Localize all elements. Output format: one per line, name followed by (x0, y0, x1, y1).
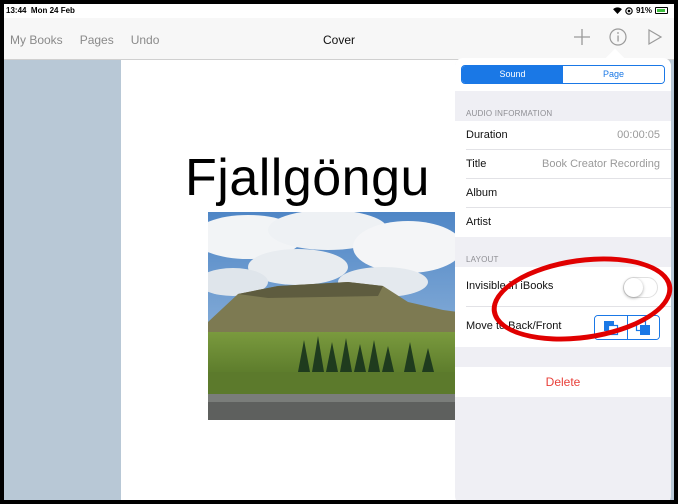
wifi-icon (613, 7, 622, 14)
sound-tab[interactable]: Sound (462, 66, 563, 83)
title-label: Title (466, 158, 487, 170)
inspector-segmented-control[interactable]: Sound Page (461, 65, 665, 84)
toggle-knob (624, 278, 643, 297)
send-to-back-icon (603, 320, 618, 335)
cover-title-text[interactable]: Fjallgöngu (185, 148, 430, 208)
artist-label: Artist (466, 216, 492, 228)
duration-row: Duration 00:00:05 (455, 121, 671, 150)
page-tab[interactable]: Page (563, 66, 664, 83)
landscape-photo[interactable] (208, 212, 458, 420)
segment-container: Sound Page (455, 58, 671, 91)
invisible-in-ibooks-row: Invisible in iBooks (455, 267, 671, 307)
invisible-in-ibooks-toggle[interactable] (623, 277, 658, 298)
bring-to-front-button[interactable] (626, 316, 659, 339)
inspector-popover: Sound Page AUDIO INFORMATION Duration 00… (455, 58, 671, 500)
status-time: 13:44 Mon 24 Feb (6, 6, 75, 15)
status-bar: 13:44 Mon 24 Feb 91% (4, 4, 674, 18)
bring-to-front-icon (636, 320, 651, 335)
duration-value: 00:00:05 (617, 129, 660, 141)
move-to-back-front-label: Move to Back/Front (466, 320, 562, 332)
move-to-back-front-row: Move to Back/Front (455, 307, 671, 347)
artist-row[interactable]: Artist (455, 208, 671, 237)
plus-icon[interactable] (571, 26, 593, 48)
orientation-lock-icon (625, 6, 633, 15)
album-row[interactable]: Album (455, 179, 671, 208)
play-icon[interactable] (643, 26, 665, 48)
audio-information-header: AUDIO INFORMATION (466, 109, 553, 118)
ipad-screen: 13:44 Mon 24 Feb 91% My Books Pages Undo… (4, 4, 674, 500)
battery-percent: 91% (635, 6, 652, 15)
layout-header: LAYOUT (466, 255, 499, 264)
invisible-in-ibooks-label: Invisible in iBooks (466, 280, 554, 292)
status-right: 91% (613, 6, 668, 15)
album-label: Album (466, 187, 498, 199)
title-row[interactable]: Title Book Creator Recording (455, 150, 671, 179)
info-icon[interactable] (607, 26, 629, 48)
title-value[interactable]: Book Creator Recording (542, 158, 660, 170)
navigation-bar: My Books Pages Undo Cover (4, 18, 674, 60)
delete-button[interactable]: Delete (455, 367, 671, 397)
battery-icon (655, 7, 668, 14)
arrange-buttons (594, 315, 660, 340)
send-to-back-button[interactable] (595, 316, 627, 339)
duration-label: Duration (466, 129, 508, 141)
